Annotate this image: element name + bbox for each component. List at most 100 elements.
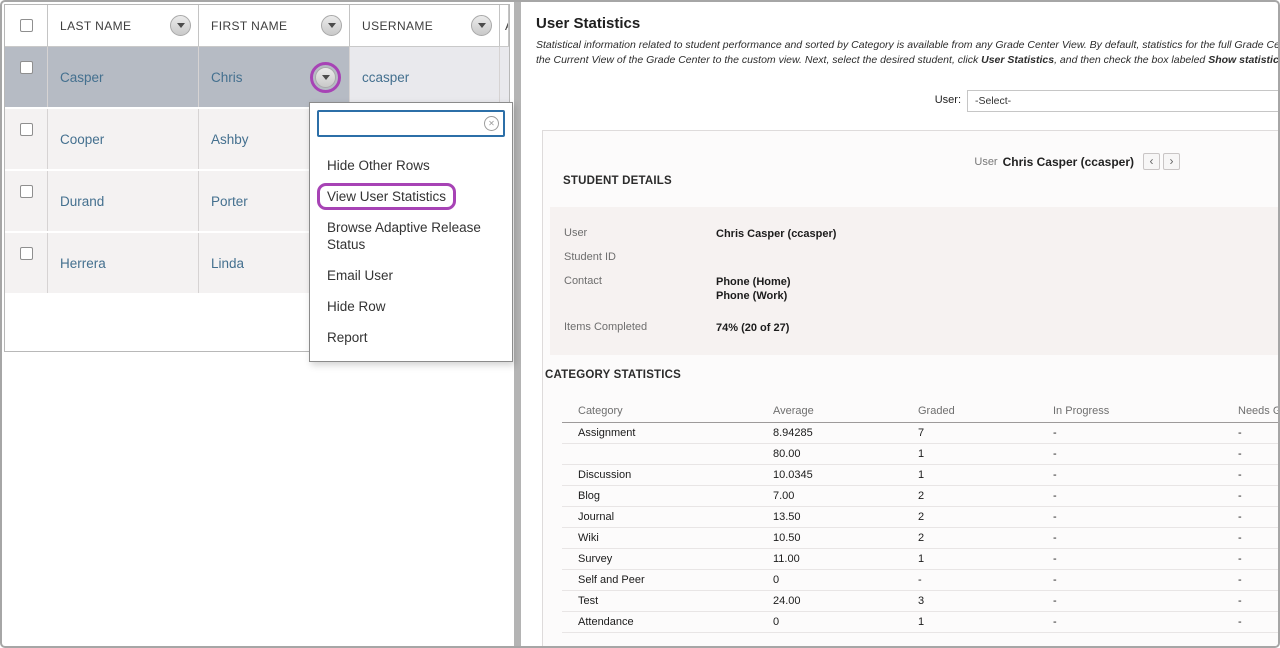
column-header-last-name[interactable]: LAST NAME: [48, 5, 199, 46]
previous-user-button[interactable]: ‹: [1143, 153, 1160, 170]
column-menu-button[interactable]: [471, 15, 492, 36]
row-checkbox[interactable]: [20, 247, 33, 260]
column-menu-button[interactable]: [170, 15, 191, 36]
stats-column-header: Graded: [918, 405, 1053, 417]
stats-cell: -: [1238, 427, 1278, 439]
next-user-button[interactable]: ›: [1163, 153, 1180, 170]
first-name-text: Chris: [211, 70, 243, 85]
stats-row: Test24.003--: [562, 591, 1278, 612]
chevron-down-icon: [328, 23, 336, 28]
description-text: , and then check the box labeled: [1054, 54, 1208, 66]
row-menu-button[interactable]: [315, 67, 336, 88]
stats-column-header: Average: [773, 405, 918, 417]
stats-cell: -: [1053, 469, 1238, 481]
stats-cell: Wiki: [562, 532, 773, 544]
detail-label: Student ID: [564, 251, 716, 265]
stats-cell: 1: [918, 553, 1053, 565]
stats-cell: Test: [562, 595, 773, 607]
menu-item-browse-adaptive-release-status[interactable]: Browse Adaptive Release Status: [310, 212, 512, 260]
detail-value: 74% (20 of 27): [716, 321, 789, 335]
stats-cell: 2: [918, 511, 1053, 523]
menu-item-report[interactable]: Report: [310, 322, 512, 353]
stats-cell: Journal: [562, 511, 773, 523]
user-select-dropdown[interactable]: -Select-: [967, 90, 1278, 112]
stats-cell: 2: [918, 490, 1053, 502]
first-name-cell: Chris: [199, 47, 350, 107]
category-statistics-heading: CATEGORY STATISTICS: [545, 369, 681, 381]
screen: LAST NAME FIRST NAME USERNAME A Casper Ch…: [0, 0, 1280, 648]
stats-cell: Survey: [562, 553, 773, 565]
menu-item-label: Email User: [327, 268, 393, 283]
stats-cell: -: [1238, 532, 1278, 544]
row-checkbox[interactable]: [20, 123, 33, 136]
menu-item-label: Hide Row: [327, 299, 386, 314]
menu-item-email-user[interactable]: Email User: [310, 260, 512, 291]
page-title: User Statistics: [536, 15, 640, 32]
row-checkbox-cell: [5, 233, 48, 293]
description-text: the Current View of the Grade Center to …: [536, 54, 981, 66]
column-menu-button[interactable]: [321, 15, 342, 36]
stats-column-header: Needs Grading: [1238, 405, 1278, 417]
user-select-value: -Select-: [975, 95, 1011, 107]
stats-cell: -: [1053, 616, 1238, 628]
detail-value-line: Chris Casper (ccasper): [716, 227, 836, 241]
stats-table-header: CategoryAverageGradedIn ProgressNeeds Gr…: [562, 399, 1278, 423]
menu-item-label: Report: [327, 330, 368, 345]
first-name-text: Porter: [211, 194, 248, 209]
stats-cell: 1: [918, 469, 1053, 481]
stats-cell: 10.50: [773, 532, 918, 544]
stats-cell: Attendance: [562, 616, 773, 628]
row-checkbox[interactable]: [20, 61, 33, 74]
menu-item-hide-other-rows[interactable]: Hide Other Rows: [310, 150, 512, 181]
menu-item-view-user-statistics[interactable]: View User Statistics: [310, 181, 512, 212]
select-all-checkbox[interactable]: [20, 19, 33, 32]
last-name-cell: Herrera: [48, 233, 199, 293]
user-filter-label: User:: [916, 94, 961, 106]
stats-table-body: Assignment8.942857--80.001--Discussion10…: [562, 423, 1278, 633]
menu-item-label: View User Statistics: [317, 183, 456, 210]
extra-cell: [500, 47, 509, 107]
stats-cell: -: [1238, 490, 1278, 502]
grade-center-panel: LAST NAME FIRST NAME USERNAME A Casper Ch…: [2, 2, 514, 646]
stats-cell: 3: [918, 595, 1053, 607]
row-checkbox-cell: [5, 47, 48, 107]
detail-row: ContactPhone (Home)Phone (Work): [564, 275, 1278, 303]
stats-cell: 0: [773, 616, 918, 628]
column-header-label: A: [505, 19, 509, 33]
stats-cell: -: [1053, 511, 1238, 523]
stats-cell: -: [1238, 469, 1278, 481]
stats-column-header: In Progress: [1053, 405, 1238, 417]
stats-cell: -: [918, 574, 1053, 586]
stats-cell: -: [1053, 532, 1238, 544]
stats-cell: Blog: [562, 490, 773, 502]
row-checkbox[interactable]: [20, 185, 33, 198]
detail-label: Contact: [564, 275, 716, 303]
menu-item-hide-row[interactable]: Hide Row: [310, 291, 512, 322]
user-statistics-panel: User Statistics Statistical information …: [521, 2, 1278, 646]
stats-cell: 10.0345: [773, 469, 918, 481]
row-checkbox-cell: [5, 171, 48, 231]
clear-icon[interactable]: ✕: [484, 116, 499, 131]
stats-row: Journal13.502--: [562, 507, 1278, 528]
detail-row: UserChris Casper (ccasper): [564, 227, 1278, 241]
detail-value-line: Phone (Work): [716, 289, 791, 303]
stats-cell: Assignment: [562, 427, 773, 439]
stats-cell: 11.00: [773, 553, 918, 565]
detail-value: Chris Casper (ccasper): [716, 227, 836, 241]
last-name-text: Casper: [60, 70, 104, 85]
statistics-box: User Chris Casper (ccasper) ‹ › STUDENT …: [542, 130, 1278, 646]
column-header-username[interactable]: USERNAME: [350, 5, 500, 46]
menu-search: ✕: [317, 110, 505, 137]
column-header-first-name[interactable]: FIRST NAME: [199, 5, 350, 46]
menu-filter-input[interactable]: [317, 110, 505, 137]
username-cell: ccasper: [350, 47, 500, 107]
stats-cell: 0: [773, 574, 918, 586]
menu-items: Hide Other RowsView User StatisticsBrows…: [310, 144, 512, 361]
stats-cell: 8.94285: [773, 427, 918, 439]
last-name-text: Cooper: [60, 132, 104, 147]
detail-value: Phone (Home)Phone (Work): [716, 275, 791, 303]
category-statistics-table: CategoryAverageGradedIn ProgressNeeds Gr…: [562, 399, 1278, 633]
stats-row: Attendance01--: [562, 612, 1278, 633]
student-row[interactable]: Casper Chris ccasper: [5, 47, 509, 109]
detail-label: User: [564, 227, 716, 241]
